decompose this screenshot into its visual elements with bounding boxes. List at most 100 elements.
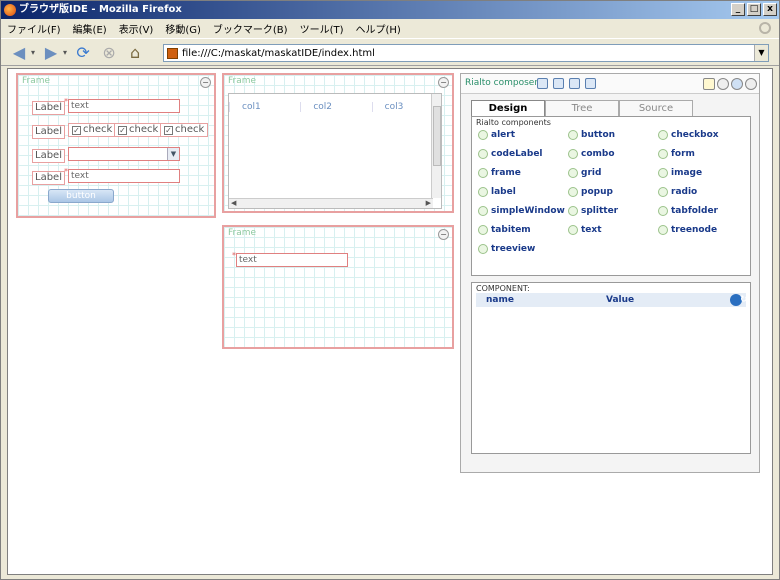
text-frame[interactable]: Frame − text (222, 225, 454, 349)
browser-window: ブラウザ版IDE - Mozilla Firefox _ □ x ファイル(F)… (0, 0, 780, 580)
tab-source[interactable]: Source (619, 100, 693, 116)
label-1[interactable]: Label (32, 101, 65, 115)
reload-icon[interactable]: ⟳ (73, 42, 93, 62)
composer-title: Rialto composer (465, 78, 539, 88)
frame-collapse-icon[interactable]: − (438, 229, 449, 240)
grid-column-header[interactable]: col1 (229, 102, 300, 112)
component-button[interactable]: button (568, 129, 615, 141)
url-bar[interactable]: file:///C:/maskat/maskatIDE/index.html ▼ (163, 44, 769, 62)
check-icon: ✓ (118, 126, 127, 135)
refresh-icon[interactable]: ↻ (730, 294, 748, 306)
component-section-title: COMPONENT: (476, 284, 530, 293)
components-palette: Rialto components alert button checkbox … (471, 116, 751, 276)
component-simplewindow[interactable]: simpleWindow (478, 205, 565, 217)
maximize-button[interactable]: □ (747, 3, 761, 16)
frame-collapse-icon[interactable]: − (200, 77, 211, 88)
menu-view[interactable]: 表示(V) (119, 21, 154, 36)
component-icon (658, 149, 668, 159)
component-radio[interactable]: radio (658, 186, 697, 198)
options-icon[interactable] (717, 78, 729, 90)
component-splitter[interactable]: splitter (568, 205, 618, 217)
grid-vertical-scrollbar[interactable] (431, 94, 441, 198)
checkbox-3[interactable]: ✓ check (160, 123, 209, 137)
new-icon[interactable] (703, 78, 715, 90)
component-combo[interactable]: combo (568, 148, 615, 160)
component-codelabel[interactable]: codeLabel (478, 148, 543, 160)
component-tabfolder[interactable]: tabfolder (658, 205, 718, 217)
close-button[interactable]: x (763, 3, 777, 16)
scrollbar-thumb[interactable] (433, 106, 441, 166)
nav-expand-icon[interactable] (585, 78, 596, 89)
navigation-toolbar: ◀ ▾ ▶ ▾ ⟳ ⊗ ⌂ file:///C:/maskat/maskatID… (1, 38, 779, 66)
menu-bookmarks[interactable]: ブックマーク(B) (213, 21, 288, 36)
url-dropdown-icon[interactable]: ▼ (754, 45, 768, 61)
component-alert[interactable]: alert (478, 129, 515, 141)
tab-tree[interactable]: Tree (545, 100, 619, 116)
throbber-icon (759, 22, 771, 34)
menu-go[interactable]: 移動(G) (165, 21, 201, 36)
component-image[interactable]: image (658, 167, 702, 179)
checkbox-1[interactable]: ✓ check (68, 123, 117, 137)
component-checkbox[interactable]: checkbox (658, 129, 719, 141)
menu-edit[interactable]: 編集(E) (73, 21, 107, 36)
edit-icon[interactable] (731, 78, 743, 90)
grid-frame[interactable]: Frame − col1 col2 col3 ◀ ▶ (222, 73, 454, 213)
component-text[interactable]: text (568, 224, 602, 236)
grid-header: col1 col2 col3 (229, 102, 443, 112)
component-tabitem[interactable]: tabitem (478, 224, 531, 236)
rialto-composer-panel: Rialto composer Design Tree Source Rialt… (460, 73, 760, 473)
menu-help[interactable]: ヘルプ(H) (356, 21, 401, 36)
home-icon[interactable]: ⌂ (125, 42, 145, 62)
component-treenode[interactable]: treenode (658, 224, 717, 236)
tab-design[interactable]: Design (471, 100, 545, 116)
check-icon: ✓ (72, 126, 81, 135)
component-icon (478, 168, 488, 178)
menu-tools[interactable]: ツール(T) (300, 21, 344, 36)
label-3[interactable]: Label (32, 149, 65, 163)
label-2[interactable]: Label (32, 125, 65, 139)
component-icon (568, 168, 578, 178)
menu-bar: ファイル(F) 編集(E) 表示(V) 移動(G) ブックマーク(B) ツール(… (1, 19, 779, 37)
label-4[interactable]: Label (32, 171, 65, 185)
back-arrow-icon[interactable]: ◀ (9, 42, 29, 62)
component-icon (478, 130, 488, 140)
nav-next-icon[interactable] (569, 78, 580, 89)
component-grid[interactable]: grid (568, 167, 601, 179)
zoom-icon[interactable] (537, 78, 548, 89)
scroll-left-icon[interactable]: ◀ (231, 199, 236, 207)
component-form[interactable]: form (658, 148, 695, 160)
frame-button[interactable]: button (48, 189, 114, 203)
text-input-2[interactable]: text (64, 166, 180, 183)
column-value: Value (606, 295, 635, 305)
stop-icon[interactable]: ⊗ (99, 42, 119, 62)
nav-first-icon[interactable] (553, 78, 564, 89)
component-icon (658, 187, 668, 197)
forward-arrow-icon[interactable]: ▶ (41, 42, 61, 62)
grid-column-header[interactable]: col2 (300, 102, 371, 112)
minimize-panel-icon[interactable] (745, 78, 757, 90)
chevron-down-icon[interactable]: ▼ (167, 148, 179, 160)
composer-header: Rialto composer (461, 74, 759, 94)
forward-dropdown-icon[interactable]: ▾ (63, 48, 67, 57)
component-frame[interactable]: frame (478, 167, 521, 179)
scroll-right-icon[interactable]: ▶ (426, 199, 431, 207)
text-input-1[interactable]: text (64, 96, 180, 113)
menu-file[interactable]: ファイル(F) (7, 21, 61, 36)
component-treeview[interactable]: treeview (478, 243, 535, 255)
frame-title: Frame (22, 76, 51, 86)
component-popup[interactable]: popup (568, 186, 613, 198)
page-content: Frame − Label text Label ✓check ✓check ✓… (7, 68, 773, 575)
frame-collapse-icon[interactable]: − (438, 77, 449, 88)
composer-tabs: Design Tree Source (471, 100, 693, 116)
grid-horizontal-scrollbar[interactable]: ◀ ▶ (229, 198, 433, 208)
back-dropdown-icon[interactable]: ▾ (31, 48, 35, 57)
component-label[interactable]: label (478, 186, 516, 198)
combo-box[interactable]: ▼ (68, 147, 180, 161)
data-grid[interactable]: col1 col2 col3 ◀ ▶ (228, 93, 442, 209)
form-frame[interactable]: Frame − Label text Label ✓check ✓check ✓… (16, 73, 216, 218)
component-icon (478, 206, 488, 216)
text-input-3[interactable]: text (232, 250, 348, 267)
minimize-button[interactable]: _ (731, 3, 745, 16)
checkbox-2[interactable]: ✓ check (114, 123, 163, 137)
page-favicon-icon (167, 48, 178, 59)
